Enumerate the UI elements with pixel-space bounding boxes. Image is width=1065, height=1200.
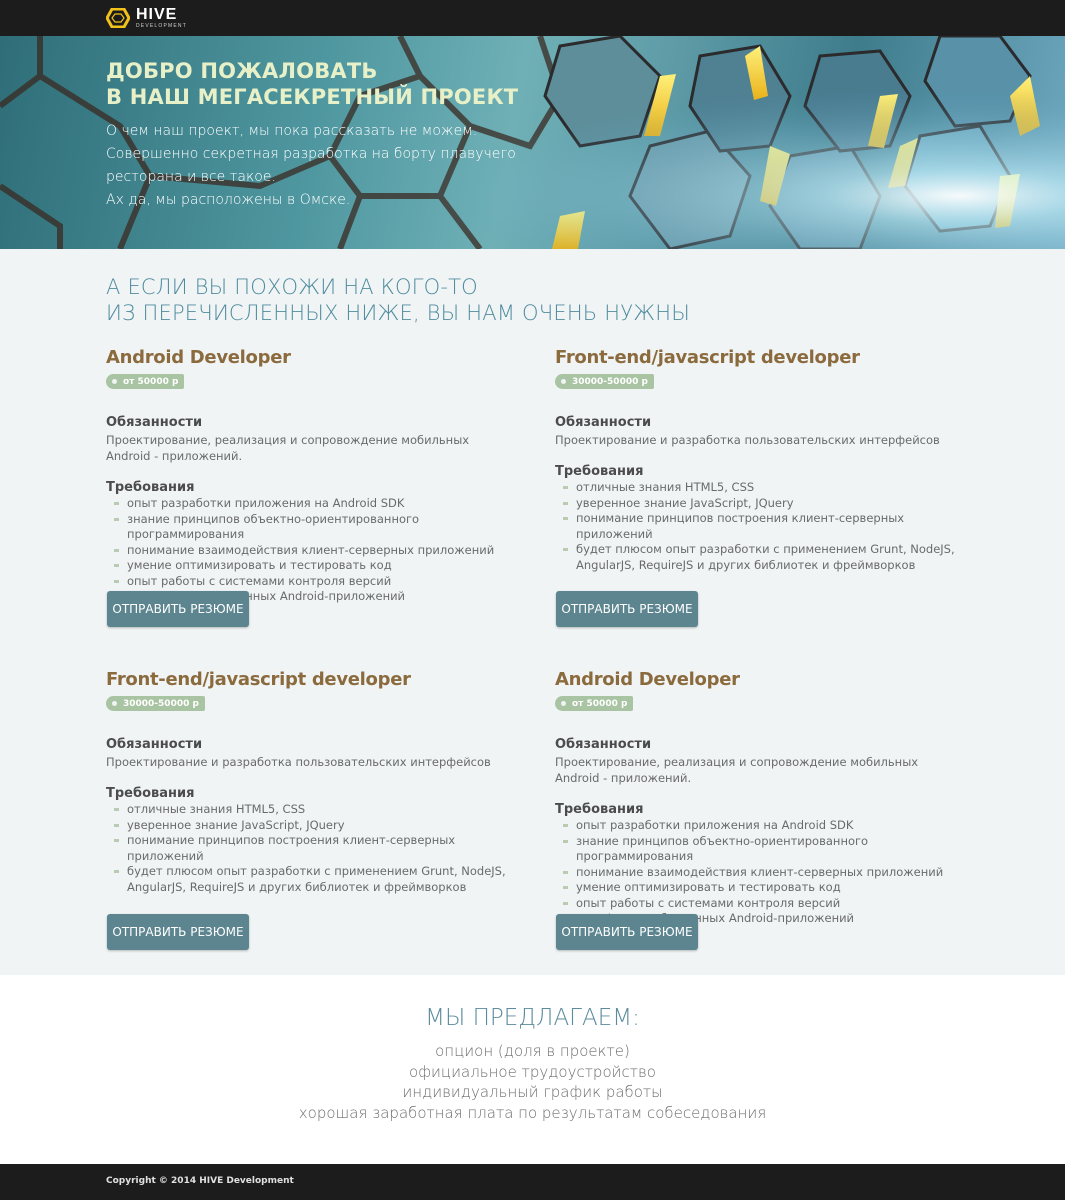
hero-banner: Добро пожаловать в наш мегасекретный про… [0,36,1065,249]
vacancy-title: Android Developer [106,347,291,368]
send-resume-button[interactable]: Отправить резюме [556,914,698,950]
requirement-item: опыт работы с системами контроля версий [555,896,965,912]
requirements-list: опыт разработки приложения на Android SD… [555,818,975,927]
offer-item: хорошая заработная плата по результатам … [298,1103,767,1122]
vacancies-section: А если вы похожи на кого-то из перечисле… [0,249,1065,975]
requirement-item: понимание принципов построения клиент-се… [106,833,516,864]
footer: Copyright © 2014 HIVE Development [0,1164,1065,1200]
offer-title: Мы предлагаем: [425,1005,640,1031]
vacancies-title: А если вы похожи на кого-то из перечисле… [106,274,690,326]
requirement-item: отличные знания HTML5, CSS [106,802,516,818]
hero-title-line-2: в наш мегасекретный проект [106,85,519,109]
salary-value: от 50000 р [123,376,179,387]
salary-dot-icon [561,379,566,384]
salary-dot-icon [561,701,566,706]
hive-logo-icon [106,8,130,28]
hero-text-line-3: ресторана и все такое. [106,169,276,185]
requirement-item: опыт работы с системами контроля версий [106,574,516,590]
requirement-item: опыт разработки приложения на Android SD… [555,818,965,834]
requirement-item: уверенное знание JavaScript, JQuery [555,496,965,512]
requirements-list: отличные знания HTML5, CSS уверенное зна… [555,480,975,573]
offer-item: индивидуальный график работы [402,1083,663,1101]
salary-badge: от 50000 р [106,374,185,389]
vacancy-card-frontend: Front-end/javascript developer 30000-500… [555,347,975,629]
duties-text: Проектирование и разработка пользователь… [106,755,491,769]
offer-list: опцион (доля в проекте) официальное труд… [0,1041,1065,1123]
hero-text-line-4: Ах да, мы расположены в Омске. [106,192,351,208]
salary-badge: от 50000 р [555,696,634,711]
requirement-item: понимание принципов построения клиент-се… [555,511,965,542]
vacancy-title: Android Developer [555,669,740,690]
salary-badge: 30000-50000 р [555,374,654,389]
requirements-heading: Требования [106,480,195,495]
duties-heading: Обязанности [555,737,652,752]
requirements-list: отличные знания HTML5, CSS уверенное зна… [106,802,526,895]
salary-badge: 30000-50000 р [106,696,205,711]
requirement-item: понимание взаимодействия клиент-серверны… [555,865,965,881]
requirement-item: умение оптимизировать и тестировать код [106,558,516,574]
salary-dot-icon [112,379,117,384]
hero-content: Добро пожаловать в наш мегасекретный про… [106,58,518,212]
hero-title-line-1: Добро пожаловать [106,59,378,83]
requirement-item: отличные знания HTML5, CSS [555,480,965,496]
send-resume-button[interactable]: Отправить резюме [107,591,249,627]
requirement-item: знание принципов объектно-ориентированно… [106,512,516,543]
salary-dot-icon [112,701,117,706]
vacancy-card-android: Android Developer от 50000 р Обязанности… [106,347,526,629]
requirements-list: опыт разработки приложения на Android SD… [106,496,526,605]
hero-text-line-2: Совершенно секретная разработка на борту… [106,146,516,162]
offer-item: официальное трудоустройство [409,1062,656,1081]
vacancy-title: Front-end/javascript developer [555,347,860,368]
hero-title: Добро пожаловать в наш мегасекретный про… [106,58,518,110]
copyright-text: Copyright © 2014 HIVE Development [106,1176,294,1186]
requirement-item: опыт разработки приложения на Android SD… [106,496,516,512]
requirement-item: знание принципов объектно-ориентированно… [555,834,965,865]
requirement-item: уверенное знание JavaScript, JQuery [106,818,516,834]
send-resume-button[interactable]: Отправить резюме [107,914,249,950]
offer-item: опцион (доля в проекте) [435,1042,630,1060]
hero-text-line-1: О чем наш проект, мы пока рассказать не … [106,123,478,139]
hero-description: О чем наш проект, мы пока рассказать не … [106,120,518,212]
requirement-item: будет плюсом опыт разработки с применени… [106,864,516,895]
top-bar: HIVE DEVELOPMENT [0,0,1065,36]
vacancies-title-line-2: из перечисленных ниже, вы нам очень нужн… [106,301,691,325]
send-resume-button[interactable]: Отправить резюме [556,591,698,627]
duties-heading: Обязанности [106,415,203,430]
vacancies-title-line-1: А если вы похожи на кого-то [106,275,478,299]
requirement-item: будет плюсом опыт разработки с применени… [555,542,965,573]
duties-heading: Обязанности [106,737,203,752]
logo-subtitle: DEVELOPMENT [136,23,187,29]
salary-value: 30000-50000 р [123,698,199,709]
requirement-item: понимание взаимодействия клиент-серверны… [106,543,516,559]
requirements-heading: Требования [106,786,195,801]
duties-heading: Обязанности [555,415,652,430]
duties-text: Проектирование и разработка пользователь… [555,433,940,447]
vacancy-title: Front-end/javascript developer [106,669,411,690]
logo[interactable]: HIVE DEVELOPMENT [106,7,187,29]
requirements-heading: Требования [555,802,644,817]
offer-section: Мы предлагаем: опцион (доля в проекте) о… [0,975,1065,1164]
logo-name: HIVE [136,6,178,23]
salary-value: 30000-50000 р [572,376,648,387]
requirements-heading: Требования [555,464,644,479]
requirement-item: умение оптимизировать и тестировать код [555,880,965,896]
duties-text: Проектирование, реализация и сопровожден… [106,433,470,463]
vacancy-card-frontend: Front-end/javascript developer 30000-500… [106,669,526,951]
vacancy-card-android: Android Developer от 50000 р Обязанности… [555,669,975,951]
salary-value: от 50000 р [572,698,628,709]
duties-text: Проектирование, реализация и сопровожден… [555,755,919,785]
